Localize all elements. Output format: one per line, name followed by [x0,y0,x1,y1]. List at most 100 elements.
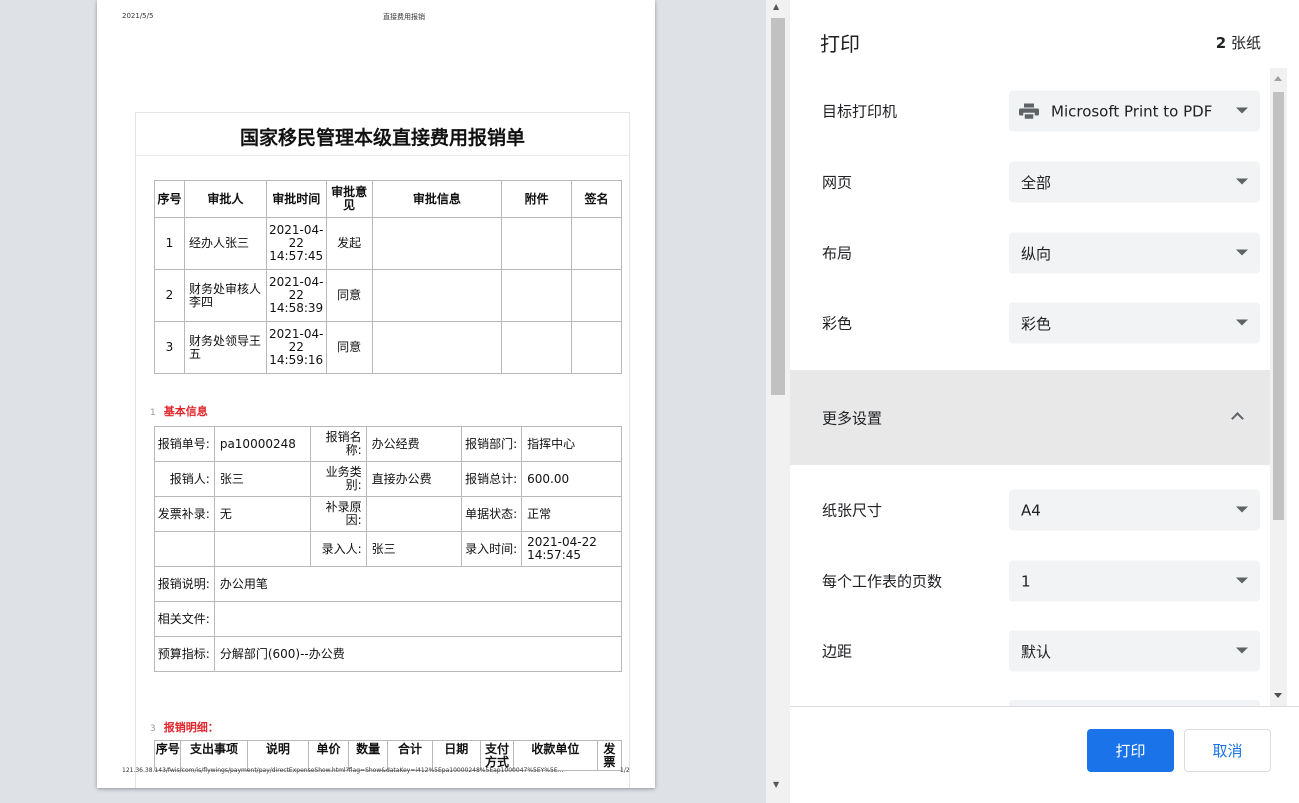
header-cell: 序号 [154,180,185,218]
scrollbar-thumb[interactable] [1273,92,1284,520]
table-row: 1 经办人张三 2021-04-22 14:57:45 发起 [154,217,622,270]
header-cell: 日期 [431,740,481,771]
select-value: Microsoft Print to PDF [1051,102,1213,120]
caret-down-icon [1236,319,1248,326]
header-cell: 审批人 [183,180,267,218]
sheet-count-number: 2 [1215,34,1227,52]
field-value [365,496,463,532]
field-label: 报销总计: [461,461,523,497]
header-cell: 合计 [387,740,433,771]
approval-time: 2021-04-22 14:59:16 [265,321,327,374]
attachment [501,321,573,374]
table-row: 录入人: 张三 录入时间: 2021-04-22 14:57:45 [154,531,622,567]
document-title: 国家移民管理本级直接费用报销单 [239,127,525,149]
destination-select[interactable]: Microsoft Print to PDF [1009,90,1260,132]
sheet-count: 2 张纸 [1216,32,1261,53]
setting-layout: 布局 纵向 [790,218,1270,288]
field-label: 报销名称: [309,426,367,462]
more-settings-toggle[interactable]: 更多设置 [790,370,1270,465]
scroll-up-arrow-icon[interactable]: ▲ [773,2,779,11]
scroll-down-arrow-icon[interactable]: ▼ [773,780,779,789]
approver: 财务处领导王五 [183,321,267,374]
field-label: 报销单号: [154,426,215,462]
layout-select[interactable]: 纵向 [1009,232,1260,274]
pages-select[interactable]: 全部 [1009,161,1260,203]
action-bar: 打印 取消 [790,706,1299,803]
detail-header-row: 序号 支出事项 说明 单价 数量 合计 日期 支付方式 收款单位 发票 [153,740,623,771]
setting-label: 每个工作表的页数 [822,572,943,591]
select-value: 全部 [1021,173,1052,192]
title-divider [136,155,629,156]
approval-time: 2021-04-22 14:57:45 [265,217,327,270]
field-value: 办公经费 [365,426,463,462]
table-row: 报销说明: 办公用笔 [154,566,623,602]
field-value: 正常 [521,496,622,532]
header-cell: 审批意见 [325,180,373,218]
approval-table: 序号 审批人 审批时间 审批意见 审批信息 附件 签名 1 经办人张三 2021… [154,180,622,374]
caret-down-icon [1236,107,1248,114]
page-header-date: 2021/5/5 [122,12,154,20]
header-cell: 单价 [308,740,349,771]
section-label: 报销明细： [163,721,219,734]
section-number: 1 [150,408,156,418]
setting-label: 布局 [822,244,853,263]
table-row: 相关文件: [154,601,623,637]
header-cell: 数量 [347,740,389,771]
chevron-up-icon [1231,412,1244,425]
paper-size-select[interactable]: A4 [1009,489,1260,531]
field-value: 直接办公费 [365,461,463,497]
table-row: 发票补录: 无 补录原因: 单据状态: 正常 [154,496,622,532]
header-cell: 支付方式 [479,740,514,771]
caret-down-icon [1236,577,1248,584]
setting-next-partial [790,696,1270,706]
print-button[interactable]: 打印 [1087,729,1174,772]
field-value: 无 [213,496,311,532]
page-footer-number: 1/2 [620,767,630,774]
basic-info-table: 报销单号: pa10000248 报销名称: 办公经费 报销部门: 指挥中心 报… [154,426,623,672]
table-row: 预算指标: 分解部门(600)--办公费 [154,636,623,672]
field-label: 发票补录: [154,496,215,532]
settings-list: 目标打印机 Microsoft Print to PDF 网页 全部 布局 纵向 [790,68,1270,706]
field-label: 预算指标: [154,636,215,672]
field-label: 报销说明: [154,566,215,602]
setting-label: 网页 [822,173,853,192]
setting-destination: 目标打印机 Microsoft Print to PDF [790,76,1270,146]
pages-per-sheet-select[interactable]: 1 [1009,560,1260,602]
section-label: 基本信息 [163,405,208,418]
row-number: 2 [154,269,185,322]
approval-opinion: 同意 [325,321,373,374]
approver: 财务处审核人李四 [183,269,267,322]
signature [571,269,622,322]
field-label: 相关文件: [154,601,215,637]
scroll-down-arrow-icon[interactable] [1274,693,1282,698]
header-cell: 序号 [153,740,182,771]
table-row: 报销单号: pa10000248 报销名称: 办公经费 报销部门: 指挥中心 [154,426,622,462]
select-value: 默认 [1021,642,1052,661]
header-cell: 附件 [501,180,573,218]
preview-scrollbar[interactable]: ▲ ▼ [766,0,790,803]
header-cell: 支出事项 [180,740,248,771]
table-row: 报销人: 张三 业务类别: 直接办公费 报销总计: 600.00 [154,461,622,497]
setting-pages-per-sheet: 每个工作表的页数 1 [790,546,1270,616]
select-value: 1 [1021,572,1031,590]
cancel-button[interactable]: 取消 [1184,729,1271,772]
attachment [501,269,573,322]
header-cell: 发票 [596,740,623,771]
scroll-up-arrow-icon[interactable] [1274,76,1282,81]
field-label: 报销部门: [461,426,523,462]
margins-select[interactable]: 默认 [1009,630,1260,672]
caret-down-icon [1236,506,1248,513]
select-value: 彩色 [1021,314,1052,333]
page-header-title: 直接费用报销 [383,13,425,21]
empty-cell [154,531,215,567]
approval-info [371,321,503,374]
setting-label: 边距 [822,642,853,661]
color-select[interactable]: 彩色 [1009,302,1260,344]
scrollbar-thumb[interactable] [771,18,785,395]
more-settings-label: 更多设置 [822,409,883,427]
field-value: 2021-04-22 14:57:45 [521,531,622,567]
settings-scrollbar[interactable] [1270,68,1287,706]
header-cell: 收款单位 [512,740,598,771]
header-cell: 审批信息 [371,180,503,218]
section-title-detail: 3 报销明细： [150,719,219,735]
